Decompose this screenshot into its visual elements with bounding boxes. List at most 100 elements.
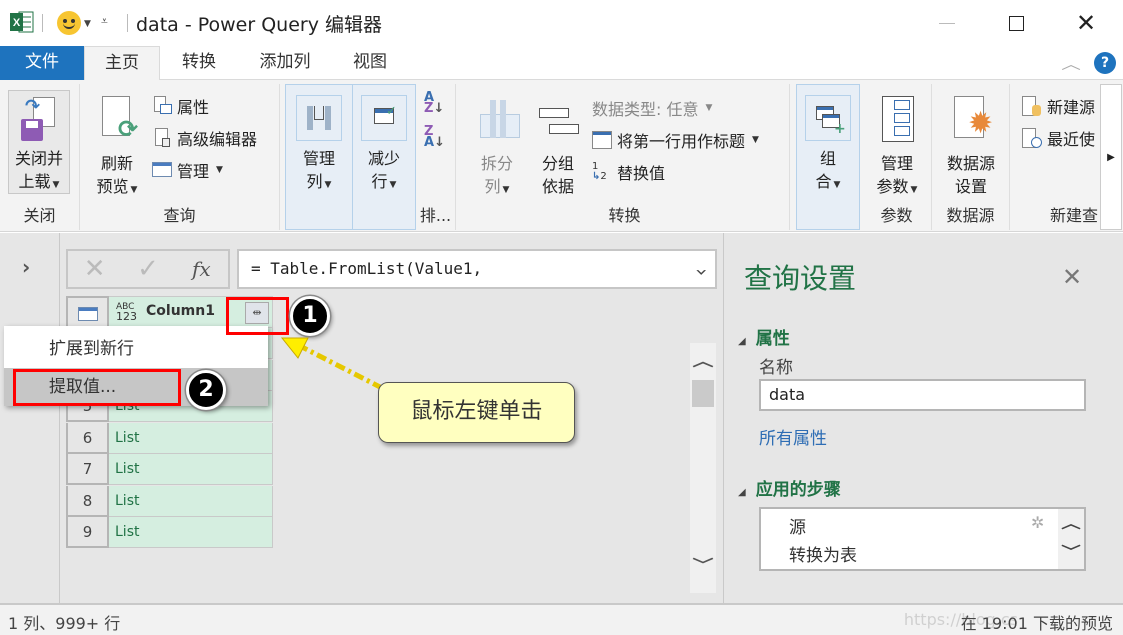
table-header-icon <box>592 130 612 150</box>
applied-steps-section-header[interactable]: ◢ 应用的步骤 <box>738 475 841 500</box>
reduce-rows-button[interactable]: ✓ 减少 行 ▼ <box>357 91 411 197</box>
scroll-down-icon[interactable]: ﹀ <box>1052 541 1091 560</box>
split-column-button[interactable]: 拆分 列 ▼ <box>472 90 522 202</box>
scroll-down-icon[interactable]: ﹀ <box>684 555 723 575</box>
manage-columns-button[interactable]: 管理 列 ▼ <box>290 91 348 197</box>
formula-text: = Table.FromList(Value1, <box>251 259 483 278</box>
row-number[interactable]: 9 <box>66 517 109 548</box>
scroll-thumb[interactable] <box>692 380 714 407</box>
table-row: 9 List <box>66 517 273 548</box>
step-item[interactable]: 转换为表 <box>789 541 857 566</box>
close-and-load-icon: ↷ <box>19 95 59 145</box>
tab-home[interactable]: 主页 <box>84 46 160 81</box>
minimize-button[interactable] <box>927 8 967 38</box>
scroll-up-icon[interactable]: ︿ <box>1052 513 1091 532</box>
expand-formula-icon[interactable]: ⌄ <box>694 251 707 287</box>
close-and-load-label-1: 关闭并 <box>14 149 63 168</box>
help-icon[interactable]: ? <box>1094 52 1116 74</box>
replace-values-icon: 1 ↳2 <box>592 161 607 182</box>
group-sort: A Z↓ Z A↓ 排... <box>416 84 456 230</box>
all-properties-link[interactable]: 所有属性 <box>759 424 827 449</box>
step-settings-gear-icon[interactable]: ✲ <box>1031 513 1044 532</box>
caret-right-icon: ▶ <box>1107 152 1115 163</box>
menu-item-expand-to-new-rows[interactable]: 扩展到新行 <box>4 330 268 368</box>
group-close: ↷ 关闭并 上载 ▼ 关闭 <box>0 84 80 230</box>
row-number[interactable]: 7 <box>66 454 109 485</box>
steps-scrollbar[interactable]: ︿ ﹀ <box>1058 509 1084 569</box>
feedback-smiley-icon[interactable] <box>57 11 81 35</box>
recent-sources-button[interactable]: 最近使 <box>1022 126 1095 150</box>
query-name-input[interactable]: data <box>759 379 1086 411</box>
close-and-load-button[interactable]: ↷ 关闭并 上载 ▼ <box>8 90 70 194</box>
tab-view[interactable]: 视图 <box>340 46 400 80</box>
ribbon-scroll-right-button[interactable]: ▶ <box>1100 84 1122 230</box>
group-parameters: 管理 参数 ▼ 参数 <box>862 84 932 230</box>
cell-list-link[interactable]: List <box>109 517 273 548</box>
sort-descending-button[interactable]: Z A↓ <box>424 125 445 149</box>
grid-vertical-scrollbar[interactable]: ︿ ﹀ <box>690 343 716 593</box>
scroll-up-icon[interactable]: ︿ <box>684 351 723 371</box>
datasource-settings-label-2: 设置 <box>954 177 987 196</box>
group-label-datasource: 数据源 <box>946 206 995 225</box>
group-by-button[interactable]: 分组 依据 <box>532 90 584 198</box>
table-row: 7 List <box>66 454 273 485</box>
manage-button[interactable]: 管理 ▼ <box>152 158 223 182</box>
tab-file[interactable]: 文件 <box>0 46 84 80</box>
advanced-editor-icon <box>152 128 172 148</box>
split-column-label-2: 列 ▼ <box>484 177 510 196</box>
row-number[interactable]: 6 <box>66 422 109 454</box>
use-first-row-as-headers-button[interactable]: 将第一行用作标题 ▼ <box>592 128 759 152</box>
formula-bar-input[interactable]: = Table.FromList(Value1, ⌄ <box>237 249 717 289</box>
close-icon: ✕ <box>1075 9 1097 37</box>
step-item[interactable]: 源 <box>789 513 806 538</box>
group-label-parameters: 参数 <box>880 206 913 225</box>
data-type-dropdown[interactable]: 数据类型: 任意 ▼ <box>592 96 712 120</box>
cell-list-link[interactable]: List <box>109 422 273 454</box>
manage-parameters-button[interactable]: 管理 参数 ▼ <box>868 90 926 202</box>
properties-section-header[interactable]: ◢ 属性 <box>738 324 790 349</box>
group-transform: 拆分 列 ▼ 分组 依据 数据类型: 任意 ▼ 将第一行用作标题 ▼ 1 ↳2 替换值 … <box>460 84 790 230</box>
cell-list-link[interactable]: List <box>109 454 273 485</box>
group-label-transform: 转换 <box>608 206 641 225</box>
feedback-dropdown-icon[interactable]: ▼ <box>84 19 91 29</box>
reduce-rows-icon: ✓ <box>361 95 407 141</box>
group-by-label-1: 分组 <box>541 154 574 173</box>
new-source-button[interactable]: 新建源 <box>1022 94 1095 118</box>
close-query-settings-icon[interactable]: ✕ <box>1062 263 1082 291</box>
row-number[interactable]: 8 <box>66 485 109 517</box>
datasource-settings-icon: ✹ <box>950 94 993 146</box>
preview-timestamp: 在 19:01 下载的预览 <box>960 614 1113 633</box>
expand-queries-pane-icon[interactable]: › <box>22 255 30 279</box>
table-menu-button[interactable] <box>66 296 109 328</box>
commit-formula-icon[interactable]: ✓ <box>121 254 174 284</box>
customize-quick-access-icon[interactable]: ⩡ <box>101 14 108 29</box>
datasource-settings-button[interactable]: ✹ 数据源 设置 <box>938 90 1004 198</box>
combine-button[interactable]: + 组 合 ▼ <box>801 91 855 197</box>
table-icon <box>152 160 172 180</box>
cancel-formula-icon[interactable]: ✕ <box>68 254 121 284</box>
any-type-icon[interactable]: ABC 123 <box>116 302 137 323</box>
sort-ascending-button[interactable]: A Z↓ <box>424 91 444 115</box>
refresh-preview-button[interactable]: ⟳ 刷新 预览 ▼ <box>92 90 142 202</box>
group-label-close: 关闭 <box>23 206 56 225</box>
fx-icon[interactable]: fx <box>175 257 228 281</box>
collapse-ribbon-icon[interactable]: ︿ <box>1061 54 1081 74</box>
properties-button[interactable]: 属性 <box>152 94 209 118</box>
manage-parameters-label-1: 管理 <box>880 154 913 173</box>
window-title: data - Power Query 编辑器 <box>136 14 382 36</box>
tab-add-column[interactable]: 添加列 <box>248 46 322 80</box>
cell-list-link[interactable]: List <box>109 485 273 517</box>
tab-transform[interactable]: 转换 <box>168 46 230 80</box>
separator <box>127 14 128 32</box>
close-window-button[interactable]: ✕ <box>1066 8 1106 38</box>
excel-icon: X <box>10 11 34 33</box>
maximize-button[interactable] <box>996 8 1036 38</box>
svg-text:X: X <box>13 17 21 29</box>
manage-columns-icon <box>296 95 342 141</box>
datasource-settings-label-1: 数据源 <box>946 154 995 173</box>
advanced-editor-button[interactable]: 高级编辑器 <box>152 126 257 150</box>
combine-label-1: 组 <box>819 149 836 168</box>
manage-columns-label-2: 列 ▼ <box>306 172 332 191</box>
replace-values-button[interactable]: 1 ↳2 替换值 <box>592 160 665 184</box>
group-new-query: 新建源 最近使 新建查 <box>1012 84 1100 230</box>
